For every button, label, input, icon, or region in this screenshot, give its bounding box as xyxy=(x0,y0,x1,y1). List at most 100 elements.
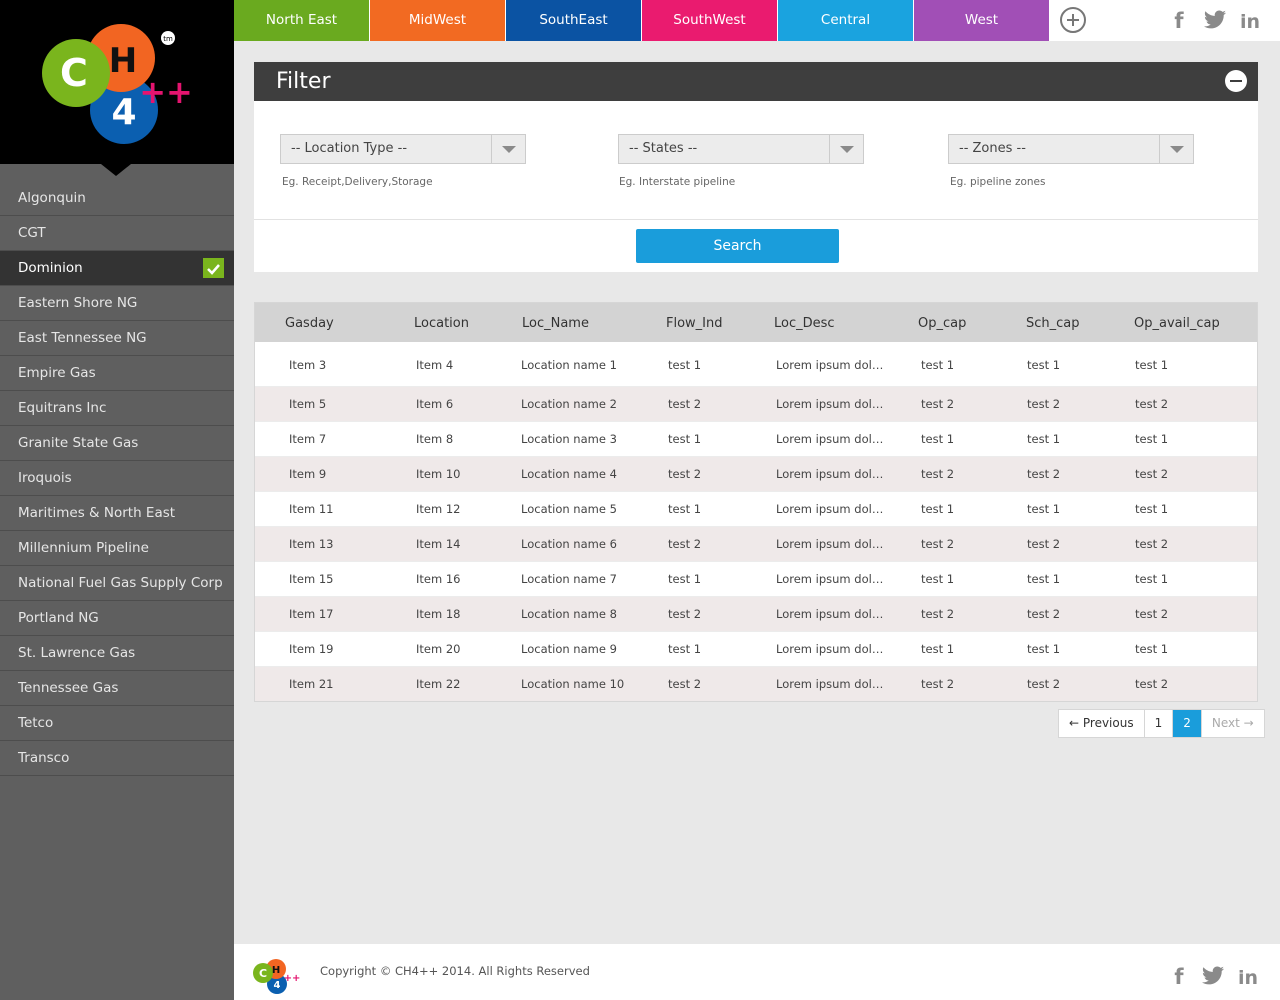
table-row[interactable]: Item 19 Item 20 Location name 9 test 1 Lorem… xyxy=(255,631,1257,666)
column-header[interactable]: Flow_Ind xyxy=(666,303,723,344)
ch4-logo[interactable]: C H 4 ++ tm xyxy=(0,0,234,164)
table-row[interactable]: Item 7 Item 8 Location name 3 test 1 Lorem i… xyxy=(255,421,1257,456)
sidebar-item[interactable]: Portland NG xyxy=(0,601,234,636)
table-cell: test 1 xyxy=(1135,642,1169,656)
sidebar-item-label: Empire Gas xyxy=(18,365,96,381)
sidebar-item[interactable]: CGT xyxy=(0,216,234,251)
column-header[interactable]: Loc_Name xyxy=(522,303,589,344)
sidebar-item[interactable]: Maritimes & North East xyxy=(0,496,234,531)
column-header[interactable]: Op_avail_cap xyxy=(1134,303,1220,344)
table-row[interactable]: Item 15 Item 16 Location name 7 test 1 Lorem… xyxy=(255,561,1257,596)
location-type-value: -- Location Type -- xyxy=(291,141,408,156)
search-button[interactable]: Search xyxy=(636,229,839,263)
table-cell: Item 7 xyxy=(289,432,327,446)
table-cell: test 2 xyxy=(1135,537,1169,551)
sidebar-item[interactable]: Iroquois xyxy=(0,461,234,496)
region-tab[interactable]: SouthEast xyxy=(506,0,641,41)
table-cell: Location name 7 xyxy=(521,572,617,586)
page-1-button[interactable]: 1 xyxy=(1145,710,1174,737)
logo-area: C H 4 ++ tm xyxy=(0,0,234,176)
collapse-filter-icon[interactable] xyxy=(1225,70,1247,92)
sidebar-item-label: Iroquois xyxy=(18,470,72,486)
table-cell: test 1 xyxy=(921,432,955,446)
chevron-down-icon[interactable] xyxy=(829,135,863,163)
table-cell: test 2 xyxy=(668,607,702,621)
table-row[interactable]: Item 17 Item 18 Location name 8 test 2 Lorem… xyxy=(255,596,1257,631)
column-header[interactable]: Sch_cap xyxy=(1026,303,1080,344)
footer-logo[interactable]: C H 4 ++ xyxy=(248,951,308,1000)
table-cell: test 1 xyxy=(1135,572,1169,586)
table-cell: Item 4 xyxy=(416,358,454,372)
region-tab[interactable]: North East xyxy=(234,0,369,41)
table-cell: test 1 xyxy=(1135,502,1169,516)
table-row[interactable]: Item 9 Item 10 Location name 4 test 2 Lorem … xyxy=(255,456,1257,491)
facebook-icon[interactable]: f xyxy=(1172,8,1186,32)
region-tabs-bar: North East MidWest SouthEast SouthWest Centr… xyxy=(234,0,1280,41)
filter-header[interactable]: Filter xyxy=(254,62,1258,101)
table-cell: test 2 xyxy=(1135,397,1169,411)
page-2-button[interactable]: 2 xyxy=(1173,710,1202,737)
footer-twitter-icon[interactable] xyxy=(1200,964,1226,988)
region-tab[interactable]: West xyxy=(914,0,1049,41)
table-cell: test 1 xyxy=(668,358,702,372)
column-header[interactable]: Gasday xyxy=(285,303,334,344)
sidebar-item-label: Maritimes & North East xyxy=(18,505,176,521)
sidebar-item-label: National Fuel Gas Supply Corp xyxy=(18,575,223,591)
next-page-button[interactable]: Next → xyxy=(1202,710,1264,737)
footer-facebook-icon[interactable]: f xyxy=(1172,964,1186,988)
logo-c-letter: C xyxy=(60,51,88,95)
sidebar-item[interactable]: Transco xyxy=(0,741,234,776)
states-select[interactable]: -- States -- xyxy=(618,134,864,164)
sidebar-item[interactable]: Algonquin xyxy=(0,181,234,216)
table-cell: Item 13 xyxy=(289,537,334,551)
table-row[interactable]: Item 21 Item 22 Location name 10 test 2 Lore… xyxy=(255,666,1257,701)
sidebar-item[interactable]: East Tennessee NG xyxy=(0,321,234,356)
sidebar-item[interactable]: Tetco xyxy=(0,706,234,741)
table-cell: Item 20 xyxy=(416,642,461,656)
sidebar-item[interactable]: Granite State Gas xyxy=(0,426,234,461)
sidebar-item[interactable]: Tennessee Gas xyxy=(0,671,234,706)
sidebar-item-label: Eastern Shore NG xyxy=(18,295,138,311)
sidebar-item[interactable]: Dominion xyxy=(0,251,234,286)
region-tab[interactable]: SouthWest xyxy=(642,0,777,41)
location-type-hint: Eg. Receipt,Delivery,Storage xyxy=(282,176,433,188)
table-row[interactable]: Item 13 Item 14 Location name 6 test 2 Lorem… xyxy=(255,526,1257,561)
sidebar-item[interactable]: National Fuel Gas Supply Corp xyxy=(0,566,234,601)
region-tab[interactable]: MidWest xyxy=(370,0,505,41)
table-cell: test 1 xyxy=(1027,642,1061,656)
region-tab[interactable]: Central xyxy=(778,0,913,41)
column-header[interactable]: Location xyxy=(414,303,469,344)
checkmark-icon xyxy=(203,258,224,278)
sidebar-item[interactable]: St. Lawrence Gas xyxy=(0,636,234,671)
table-cell: test 2 xyxy=(921,677,955,691)
column-header[interactable]: Op_cap xyxy=(918,303,966,344)
add-region-icon[interactable] xyxy=(1060,7,1086,33)
linkedin-icon[interactable]: in xyxy=(1238,8,1262,32)
table-row[interactable]: Item 3 Item 4 Location name 1 test 1 Lorem i… xyxy=(255,342,1257,386)
footer-linkedin-icon[interactable]: in xyxy=(1236,964,1260,988)
location-type-select[interactable]: -- Location Type -- xyxy=(280,134,526,164)
column-header[interactable]: Loc_Desc xyxy=(774,303,835,344)
table-cell: Location name 8 xyxy=(521,607,617,621)
chevron-down-icon[interactable] xyxy=(491,135,525,163)
sidebar-item[interactable]: Millennium Pipeline xyxy=(0,531,234,566)
zones-select[interactable]: -- Zones -- xyxy=(948,134,1194,164)
table-cell: Item 16 xyxy=(416,572,461,586)
filter-panel: Filter -- Location Type -- Eg. Receipt,D… xyxy=(254,62,1258,272)
table-cell: Lorem ipsum dolor sit amet xyxy=(776,572,888,586)
sidebar-item[interactable]: Equitrans Inc xyxy=(0,391,234,426)
chevron-down-icon[interactable] xyxy=(1159,135,1193,163)
table-row[interactable]: Item 5 Item 6 Location name 2 test 2 Lorem i… xyxy=(255,386,1257,421)
footer-logo-h: H xyxy=(272,965,280,976)
twitter-icon[interactable] xyxy=(1202,8,1228,32)
table-cell: test 1 xyxy=(668,432,702,446)
table-row[interactable]: Item 11 Item 12 Location name 5 test 1 Lorem… xyxy=(255,491,1257,526)
footer-logo-plus: ++ xyxy=(284,973,301,984)
previous-page-button[interactable]: ← Previous xyxy=(1059,710,1145,737)
sidebar-item[interactable]: Empire Gas xyxy=(0,356,234,391)
sidebar-item[interactable]: Eastern Shore NG xyxy=(0,286,234,321)
sidebar-item-label: East Tennessee NG xyxy=(18,330,147,346)
table-cell: Location name 9 xyxy=(521,642,617,656)
table-cell: Lorem ipsum dolor sit amet xyxy=(776,432,888,446)
table-cell: test 1 xyxy=(1135,358,1169,372)
